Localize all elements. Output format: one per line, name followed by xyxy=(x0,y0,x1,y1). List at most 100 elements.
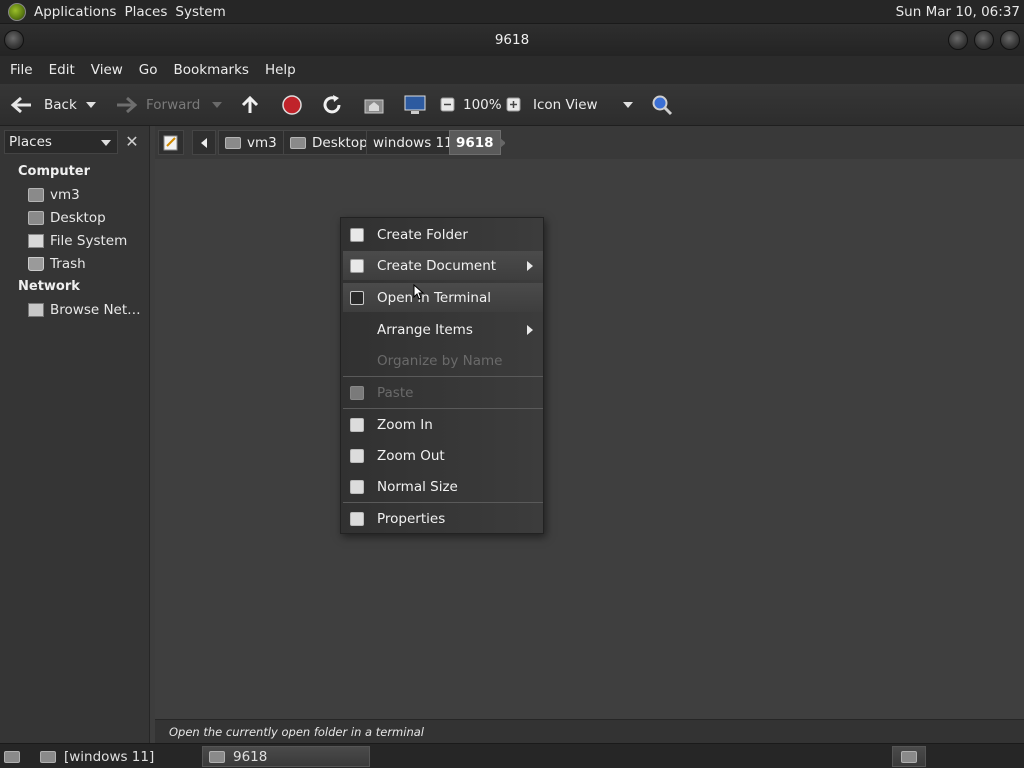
workspace-3[interactable] xyxy=(960,746,990,767)
system-menu[interactable]: System xyxy=(175,4,225,20)
back-label: Back xyxy=(44,97,77,113)
submenu-arrow-icon xyxy=(527,325,533,335)
up-arrow-icon xyxy=(241,95,259,113)
menu-separator xyxy=(343,502,543,503)
taskbar-item-9618[interactable]: 9618 xyxy=(202,746,370,767)
network-icon xyxy=(28,303,44,317)
crumb-label: windows 11 xyxy=(373,134,453,151)
menu-item-arrange-items[interactable]: Arrange Items xyxy=(343,315,543,344)
workspace-2[interactable] xyxy=(928,746,958,767)
reload-button[interactable] xyxy=(321,84,343,126)
menu-item-zoom-in[interactable]: Zoom In xyxy=(343,410,543,439)
menu-item-properties[interactable]: Properties xyxy=(343,504,543,533)
menu-help[interactable]: Help xyxy=(265,62,296,78)
menu-item-create-folder[interactable]: Create Folder xyxy=(343,220,543,249)
terminal-icon xyxy=(350,290,364,305)
sidebar-item-desktop[interactable]: Desktop xyxy=(28,210,106,226)
applications-menu[interactable]: Applications xyxy=(34,4,116,20)
desktop-folder-icon xyxy=(290,136,306,149)
forward-history-dropdown[interactable] xyxy=(212,84,222,126)
menu-item-organize-by-name[interactable]: Organize by Name xyxy=(343,346,543,375)
menu-item-label: Open in Terminal xyxy=(377,289,491,306)
crumbs-scroll-right[interactable] xyxy=(492,130,512,155)
taskbar-item-windows-11[interactable]: [windows 11] xyxy=(34,746,202,767)
zoom-out-button[interactable] xyxy=(440,84,456,126)
drive-icon xyxy=(28,234,44,248)
workspace-4[interactable] xyxy=(992,746,1022,767)
back-button[interactable]: Back xyxy=(10,84,77,126)
sidebar-item-trash[interactable]: Trash xyxy=(28,256,86,272)
sidebar: Places ✕ Computer vm3 Desktop File Syste… xyxy=(0,126,150,743)
sidebar-item-label: File System xyxy=(50,233,128,249)
menu-item-create-document[interactable]: Create Document xyxy=(343,251,543,280)
chevron-down-icon xyxy=(86,102,96,108)
sidebar-category-computer: Computer xyxy=(18,164,91,179)
computer-icon xyxy=(404,95,426,114)
chevron-down-icon xyxy=(623,102,633,108)
chevron-down-icon xyxy=(101,140,111,146)
sidebar-close-icon[interactable]: ✕ xyxy=(122,132,142,152)
places-menu[interactable]: Places xyxy=(124,4,167,20)
location-toggle-button[interactable] xyxy=(158,130,184,155)
crumb-desktop[interactable]: Desktop xyxy=(283,130,375,155)
menu-item-open-in-terminal[interactable]: Open in Terminal xyxy=(343,283,543,312)
crumb-windows-11[interactable]: windows 11 xyxy=(366,130,460,155)
crumbs-scroll-left[interactable] xyxy=(192,130,216,155)
up-button[interactable] xyxy=(239,84,261,126)
menu-file[interactable]: File xyxy=(10,62,33,78)
zoom-in-button[interactable] xyxy=(506,84,522,126)
show-desktop-icon xyxy=(4,750,20,763)
crumb-vm3[interactable]: vm3 xyxy=(218,130,284,155)
window-menu-button[interactable] xyxy=(4,30,24,50)
close-button[interactable] xyxy=(1000,30,1020,50)
menu-view[interactable]: View xyxy=(91,62,123,78)
zoom-level[interactable]: 100% xyxy=(463,84,502,126)
taskbar-item-label: [windows 11] xyxy=(64,748,155,765)
forward-button[interactable]: Forward xyxy=(114,84,200,126)
menu-item-zoom-out[interactable]: Zoom Out xyxy=(343,441,543,470)
distro-logo-icon[interactable] xyxy=(8,2,26,21)
menu-item-label: Arrange Items xyxy=(377,321,473,338)
folder-icon xyxy=(209,750,225,763)
paste-icon xyxy=(350,385,364,400)
forward-arrow-icon xyxy=(117,96,138,114)
sidebar-type-select[interactable]: Places xyxy=(4,130,118,154)
menu-bookmarks[interactable]: Bookmarks xyxy=(174,62,249,78)
search-icon xyxy=(652,95,673,116)
zoom-in-icon xyxy=(506,97,521,112)
menu-go[interactable]: Go xyxy=(139,62,158,78)
search-button[interactable] xyxy=(651,84,673,126)
menu-item-paste[interactable]: Paste xyxy=(343,378,543,407)
menu-item-label: Create Document xyxy=(377,257,497,274)
crumb-label: vm3 xyxy=(247,134,277,151)
computer-button[interactable] xyxy=(403,84,427,126)
workspace-switcher[interactable] xyxy=(892,746,926,767)
home-folder-icon xyxy=(225,136,241,149)
context-menu: Create Folder Create Document Open in Te… xyxy=(340,217,544,534)
sidebar-item-file-system[interactable]: File System xyxy=(28,233,127,249)
menu-edit[interactable]: Edit xyxy=(49,62,75,78)
window-titlebar[interactable]: 9618 xyxy=(0,24,1024,56)
view-mode-dropdown[interactable] xyxy=(623,84,633,126)
chevron-down-icon xyxy=(212,102,222,108)
stop-button[interactable] xyxy=(281,84,303,126)
clock[interactable]: Sun Mar 10, 06:37 xyxy=(896,4,1020,20)
view-mode-select[interactable]: Icon View xyxy=(533,84,598,126)
sidebar-item-browse-network[interactable]: Browse Net… xyxy=(28,302,141,318)
mouse-cursor-icon xyxy=(413,284,425,300)
new-document-icon xyxy=(350,258,364,273)
taskbar-item-label: 9618 xyxy=(233,748,268,765)
maximize-button[interactable] xyxy=(974,30,994,50)
menu-item-normal-size[interactable]: Normal Size xyxy=(343,472,543,501)
minimize-button[interactable] xyxy=(948,30,968,50)
menu-item-label: Zoom In xyxy=(377,416,433,433)
show-desktop-button[interactable] xyxy=(0,746,30,767)
submenu-arrow-icon xyxy=(527,261,533,271)
home-button[interactable] xyxy=(363,84,385,126)
sidebar-item-vm3[interactable]: vm3 xyxy=(28,187,80,203)
back-history-dropdown[interactable] xyxy=(86,84,96,126)
zoom-out-icon xyxy=(440,97,455,112)
crumb-label: Desktop xyxy=(312,134,368,151)
menu-item-label: Create Folder xyxy=(377,226,468,243)
icon-view-area[interactable] xyxy=(155,159,1024,719)
